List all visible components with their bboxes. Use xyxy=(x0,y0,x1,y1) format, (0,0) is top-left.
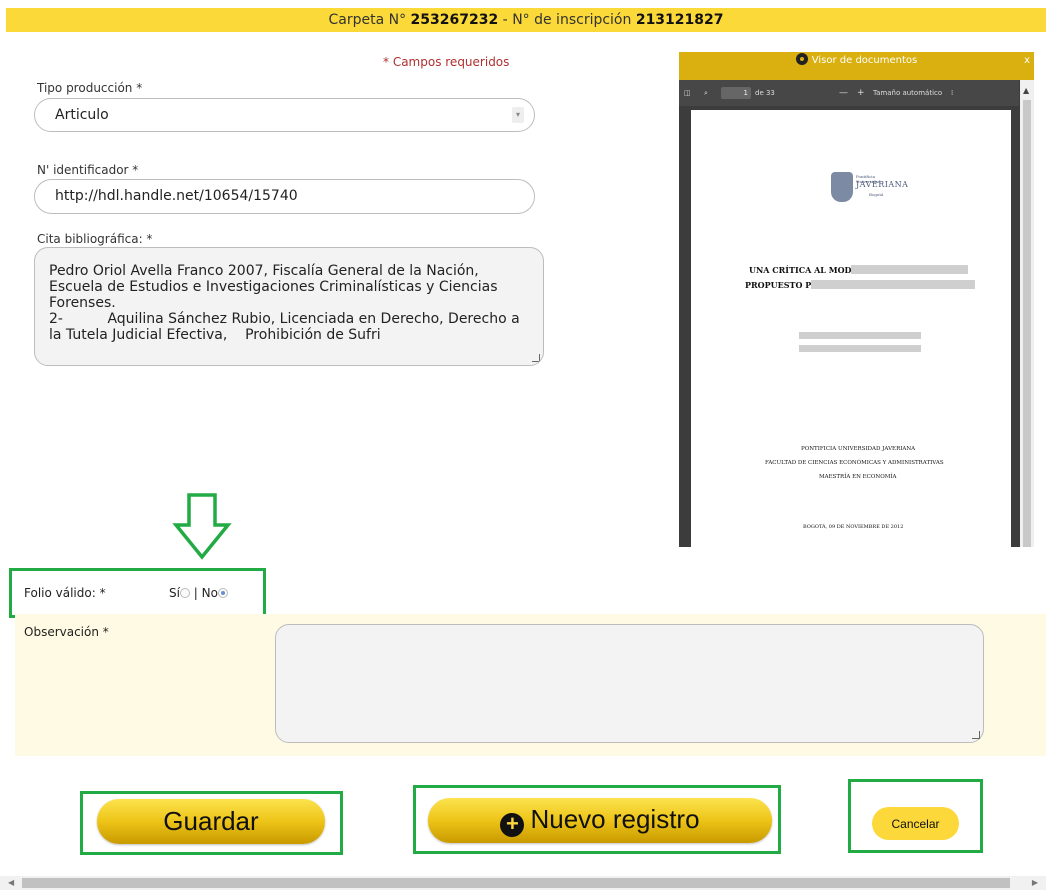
carpeta-label: Carpeta N° xyxy=(328,12,407,28)
more-tools-icon[interactable]: ⁞ xyxy=(951,80,953,106)
resize-grip-icon[interactable] xyxy=(972,731,980,739)
redacted-block xyxy=(799,332,921,339)
cita-label: Cita bibliográfica: * xyxy=(37,232,153,246)
folio-options: Sí | No xyxy=(169,586,228,600)
chevron-down-icon: ▾ xyxy=(512,107,524,123)
nuevo-registro-button[interactable]: + Nuevo registro xyxy=(428,798,772,843)
viewer-title: Visor de documentos xyxy=(811,55,918,66)
page-total: de 33 xyxy=(755,89,775,97)
redacted-block xyxy=(811,280,975,289)
observacion-textarea[interactable] xyxy=(275,624,984,743)
horizontal-scrollbar[interactable]: ◀ ▶ xyxy=(0,876,1046,890)
document-viewer: Visor de documentos x ◫ ⌕ 1 de 33 — + Ta… xyxy=(679,52,1034,547)
folio-no-radio[interactable] xyxy=(217,588,228,598)
logo-line3: Bogotá xyxy=(869,192,884,197)
header-banner: Carpeta N° 253267232 - N° de inscripción… xyxy=(6,8,1046,32)
cita-textarea[interactable]: Pedro Oriol Avella Franco 2007, Fiscalía… xyxy=(34,247,544,366)
banner-separator: - xyxy=(502,12,508,28)
institution-line2: FACULTAD DE CIENCIAS ECONÓMICAS Y ADMINI… xyxy=(765,460,944,466)
institution-line1: PONTIFICIA UNIVERSIDAD JAVERIANA xyxy=(801,446,916,452)
sidebar-toggle-icon[interactable]: ◫ xyxy=(684,80,691,106)
guardar-button[interactable]: Guardar xyxy=(97,799,325,844)
eye-icon xyxy=(795,53,808,65)
cita-value: Pedro Oriol Avella Franco 2007, Fiscalía… xyxy=(49,263,520,343)
down-arrow-icon xyxy=(172,493,232,560)
logo-line2: JAVERIANA xyxy=(856,180,909,189)
search-icon[interactable]: ⌕ xyxy=(704,80,708,106)
tipo-produccion-label: Tipo producción * xyxy=(37,81,143,95)
redacted-block xyxy=(799,345,921,352)
tipo-produccion-value: Articulo xyxy=(55,107,109,123)
scroll-up-icon[interactable]: ▲ xyxy=(1023,86,1029,95)
page-number-input[interactable]: 1 xyxy=(721,87,751,99)
university-logo: Pontificia Universidad JAVERIANA Bogotá xyxy=(831,170,908,204)
redacted-block xyxy=(851,265,968,274)
observacion-label: Observación * xyxy=(24,625,109,639)
plus-circle-icon: + xyxy=(500,813,525,837)
required-fields-note: * Campos requeridos xyxy=(383,55,510,69)
document-date: BOGOTÁ, 09 DE NOVIEMBRE DE 2012 xyxy=(803,524,904,530)
identificador-value: http://hdl.handle.net/10654/15740 xyxy=(55,188,298,204)
cancelar-button[interactable]: Cancelar xyxy=(872,807,959,840)
inscripcion-label: N° de inscripción xyxy=(512,12,632,28)
folio-row: Folio válido: * Sí | No xyxy=(24,586,228,600)
institution-line3: MAESTRÍA EN ECONOMÍA xyxy=(819,474,897,480)
viewer-scroll-thumb[interactable] xyxy=(1023,100,1031,547)
viewer-toolbar: ◫ ⌕ 1 de 33 — + Tamaño automático ⁞ xyxy=(679,80,1019,106)
tipo-produccion-select[interactable]: Articulo ▾ xyxy=(34,98,535,132)
folio-separator: | xyxy=(193,586,198,600)
zoom-select[interactable]: Tamaño automático xyxy=(873,80,942,106)
nuevo-registro-label: Nuevo registro xyxy=(530,804,700,834)
resize-grip-icon[interactable] xyxy=(532,354,540,362)
document-page: Pontificia Universidad JAVERIANA Bogotá … xyxy=(691,110,1011,547)
carpeta-number: 253267232 xyxy=(410,12,499,28)
identificador-input[interactable]: http://hdl.handle.net/10654/15740 xyxy=(34,179,535,214)
zoom-in-icon[interactable]: + xyxy=(857,80,865,106)
viewer-header: Visor de documentos x xyxy=(679,52,1034,80)
folio-yes-radio[interactable] xyxy=(179,588,190,598)
zoom-out-icon[interactable]: — xyxy=(839,80,848,106)
crest-icon xyxy=(831,172,853,202)
viewer-scrollbar[interactable]: ▲ xyxy=(1020,80,1034,547)
viewer-close-button[interactable]: x xyxy=(1024,52,1030,70)
folio-no-label: No xyxy=(201,586,218,600)
scroll-right-icon[interactable]: ▶ xyxy=(1032,876,1038,890)
identificador-label: N' identificador * xyxy=(37,163,139,177)
scroll-left-icon[interactable]: ◀ xyxy=(8,876,14,890)
folio-yes-label: Sí xyxy=(169,586,180,600)
inscripcion-number: 213121827 xyxy=(635,12,724,28)
folio-label: Folio válido: * xyxy=(24,586,106,600)
horizontal-scroll-thumb[interactable] xyxy=(22,878,1010,888)
